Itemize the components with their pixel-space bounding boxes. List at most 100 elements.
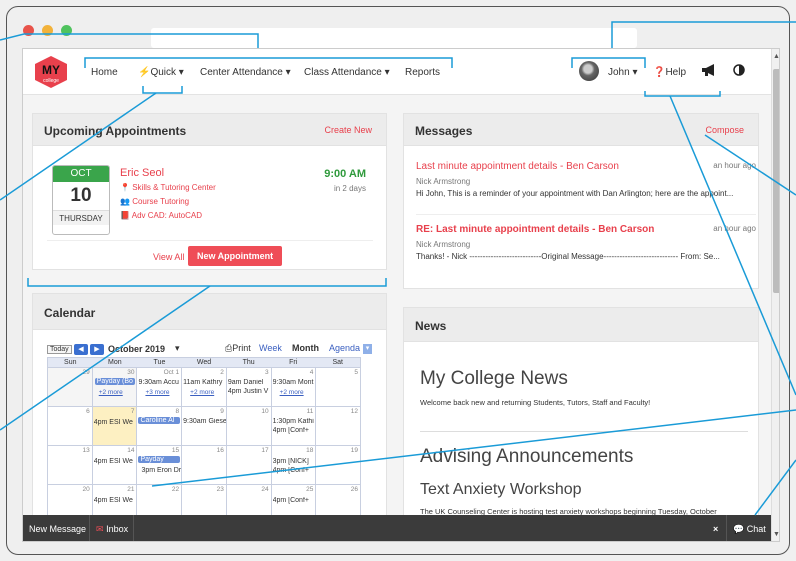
day-number: 4 xyxy=(309,369,314,376)
page-scrollbar[interactable]: ▲ ▼ xyxy=(771,49,779,541)
calendar-event[interactable]: Payday (Bo xyxy=(94,378,135,385)
more-events-link[interactable]: +3 more xyxy=(145,389,169,396)
new-appointment-button[interactable]: New Appointment xyxy=(188,246,283,266)
maximize-window-button[interactable] xyxy=(61,25,72,36)
calendar-event[interactable]: 4pm ESI We xyxy=(94,419,137,426)
new-message-button[interactable]: New Message xyxy=(29,524,86,534)
calendar-day[interactable]: 14 4pm ESI We xyxy=(91,446,137,484)
calendar-event[interactable]: 4pm ESI We xyxy=(94,458,137,465)
weekday-label: Wed xyxy=(196,359,212,366)
more-events-link[interactable]: +2 more xyxy=(280,389,304,396)
calendar-day[interactable]: 6 xyxy=(48,407,92,445)
calendar-day[interactable]: 19 xyxy=(315,446,360,484)
calendar-day[interactable]: 16 xyxy=(181,446,226,484)
megaphone-icon[interactable] xyxy=(701,63,717,80)
calendar-day[interactable]: Oct 1 9:30am Accu +3 more xyxy=(136,368,181,406)
more-events-link[interactable]: +2 more xyxy=(99,389,123,396)
message-sender: Nick Armstrong xyxy=(416,177,471,186)
calendar-day[interactable]: 30 Payday (Bo +2 more xyxy=(91,368,137,406)
create-new-link[interactable]: Create New xyxy=(324,125,372,135)
message-subject[interactable]: RE: Last minute appointment details - Be… xyxy=(416,224,756,235)
appointments-title: Upcoming Appointments xyxy=(44,124,187,138)
calendar-event[interactable]: 4pm [Conf+ xyxy=(273,497,316,504)
nav-center-attendance[interactable]: Center Attendance ▾ xyxy=(200,67,291,78)
calendar-month-dropdown[interactable]: ▾ xyxy=(175,343,180,354)
calendar-day[interactable]: 8 Caroline Al xyxy=(136,407,181,445)
calendar-event[interactable]: Payday xyxy=(138,456,181,463)
message-preview: Hi John, This is a reminder of your appo… xyxy=(416,189,734,198)
calendar-day[interactable]: 9 9:30am Giese xyxy=(181,407,226,445)
close-window-button[interactable] xyxy=(23,25,34,36)
agenda-dropdown-icon[interactable]: ▾ xyxy=(363,344,372,354)
inbox-button[interactable]: ✉ Inbox xyxy=(96,524,128,535)
user-avatar[interactable] xyxy=(579,61,599,81)
contrast-toggle-icon[interactable] xyxy=(733,63,745,79)
calendar-day[interactable]: 3 9am Daniel 4pm Justin V xyxy=(225,368,271,406)
nav-quick[interactable]: ⚡Quick ▾ xyxy=(138,67,184,78)
day-number: 24 xyxy=(261,486,269,493)
scroll-up-icon[interactable]: ▲ xyxy=(773,53,779,60)
bottom-message-bar: New Message ✉ Inbox × 💬 Chat xyxy=(23,515,771,541)
nav-home[interactable]: Home xyxy=(91,67,118,78)
calendar-view-week[interactable]: Week xyxy=(259,343,282,353)
calendar-day[interactable]: 15 Payday 3pm Eron Dr xyxy=(136,446,181,484)
calendar-next-button[interactable]: ▶ xyxy=(90,344,104,355)
day-number: 10 xyxy=(261,408,269,415)
scroll-down-icon[interactable]: ▼ xyxy=(773,531,779,538)
scrollbar-thumb[interactable] xyxy=(773,69,779,293)
calendar-day[interactable]: 29 xyxy=(48,368,92,406)
calendar-event[interactable]: 9am Daniel xyxy=(228,379,271,386)
calendar-day[interactable]: 5 xyxy=(315,368,360,406)
calendar-event[interactable]: 9:30am Giese xyxy=(183,418,226,425)
address-bar[interactable] xyxy=(151,28,637,48)
calendar-view-agenda[interactable]: Agenda xyxy=(329,343,360,353)
close-icon[interactable]: × xyxy=(713,524,718,534)
calendar-prev-button[interactable]: ◀ xyxy=(74,344,88,355)
calendar-today-button[interactable]: Today xyxy=(47,345,72,354)
calendar-event[interactable]: 3pm [NICK] xyxy=(273,458,316,465)
minimize-window-button[interactable] xyxy=(42,25,53,36)
message-item[interactable]: Last minute appointment details - Ben Ca… xyxy=(416,161,756,198)
appointment-student-name[interactable]: Eric Seol xyxy=(120,167,164,179)
calendar-event[interactable]: 4pm ESI We xyxy=(94,497,137,504)
calendar-event[interactable]: 11am Kathry xyxy=(183,379,226,386)
calendar-day[interactable]: 4 9:30am Mont +2 more xyxy=(270,368,316,406)
calendar-day[interactable]: 17 xyxy=(225,446,271,484)
calendar-event[interactable]: 9:30am Mont xyxy=(273,379,316,386)
calendar-event[interactable]: Caroline Al xyxy=(138,417,181,424)
message-subject[interactable]: Last minute appointment details - Ben Ca… xyxy=(416,161,756,172)
divider xyxy=(47,240,373,241)
calendar-print-button[interactable]: ⎙Print xyxy=(225,343,251,354)
message-item[interactable]: RE: Last minute appointment details - Be… xyxy=(416,224,756,261)
calendar-day[interactable]: 13 xyxy=(48,446,92,484)
divider xyxy=(133,515,134,541)
more-events-link[interactable]: +2 more xyxy=(190,389,214,396)
day-number: 19 xyxy=(350,447,359,454)
calendar-event[interactable]: 4pm Justin V xyxy=(228,388,271,395)
calendar-day-today[interactable]: 7 4pm ESI We xyxy=(91,407,137,445)
nav-quick-label: Quick xyxy=(150,67,177,78)
news-article-link[interactable]: Text Anxiety Workshop xyxy=(420,481,582,499)
calendar-event[interactable]: 1:30pm Kathi xyxy=(273,418,316,425)
compose-link[interactable]: Compose xyxy=(705,125,744,135)
calendar-day[interactable]: 2 11am Kathry +2 more xyxy=(181,368,226,406)
calendar-view-month[interactable]: Month xyxy=(292,343,319,353)
calendar-event[interactable]: 4pm [Conf+ xyxy=(273,427,316,434)
calendar-event[interactable]: 9:30am Accu xyxy=(138,379,181,386)
view-all-link[interactable]: View All xyxy=(153,252,184,262)
help-link[interactable]: ❓Help xyxy=(653,67,686,78)
nav-class-attendance[interactable]: Class Attendance ▾ xyxy=(304,67,390,78)
calendar-day[interactable]: 12 xyxy=(315,407,360,445)
college-logo[interactable]: MY college xyxy=(33,55,69,89)
inbox-label: Inbox xyxy=(106,524,129,534)
calendar-event[interactable]: 4pm [Conf+ xyxy=(273,467,316,474)
calendar-day[interactable]: 18 3pm [NICK] 4pm [Conf+ xyxy=(270,446,316,484)
chat-button[interactable]: 💬 Chat xyxy=(733,524,766,535)
day-number: 16 xyxy=(216,447,224,454)
user-menu[interactable]: John ▾ xyxy=(608,67,638,78)
calendar-day[interactable]: 11 1:30pm Kathi 4pm [Conf+ xyxy=(270,407,316,445)
calendar-day[interactable]: 10 xyxy=(225,407,271,445)
appointment-date-badge: OCT 10 THURSDAY xyxy=(52,165,110,235)
nav-reports[interactable]: Reports xyxy=(405,67,440,78)
calendar-event[interactable]: 3pm Eron Dr xyxy=(141,467,181,474)
